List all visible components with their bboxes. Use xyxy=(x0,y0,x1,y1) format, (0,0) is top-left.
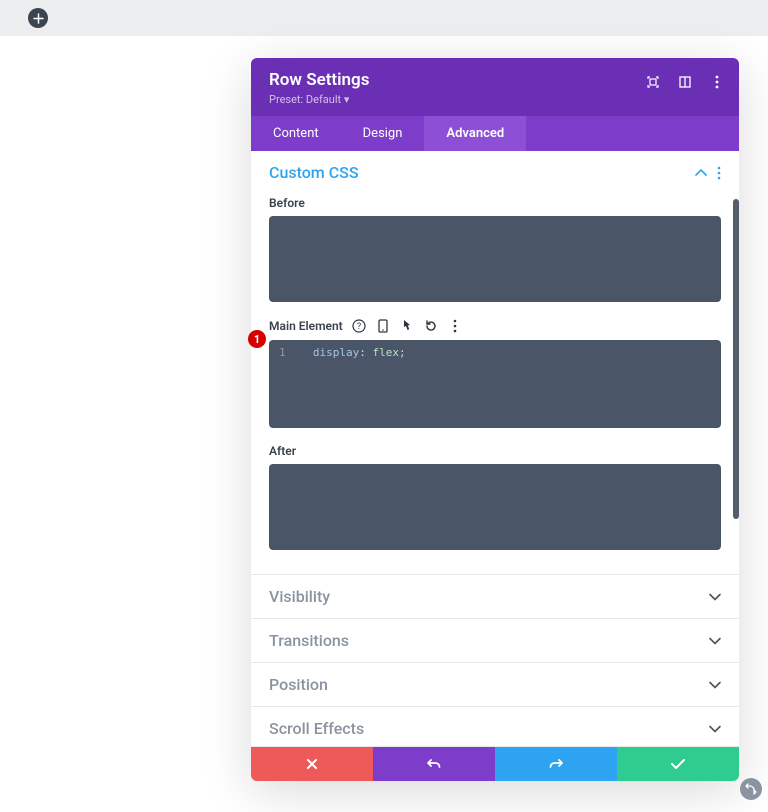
redo-button[interactable] xyxy=(495,747,617,781)
before-label: Before xyxy=(269,196,305,210)
scrollbar[interactable] xyxy=(733,199,739,519)
field-toolbar: ? xyxy=(351,318,463,334)
tab-design[interactable]: Design xyxy=(341,116,425,151)
code-value: flex xyxy=(372,346,399,359)
header-actions xyxy=(645,74,725,90)
row-settings-modal: Row Settings Preset: Default ▾ Content D… xyxy=(251,58,739,781)
help-icon[interactable]: ? xyxy=(351,318,367,334)
resize-icon xyxy=(745,783,757,795)
tab-content[interactable]: Content xyxy=(251,116,341,151)
svg-text:?: ? xyxy=(357,322,361,332)
chevron-down-icon xyxy=(709,591,721,603)
settings-tabs: Content Design Advanced xyxy=(251,116,739,151)
reset-icon[interactable] xyxy=(423,318,439,334)
preset-dropdown[interactable]: Preset: Default ▾ xyxy=(269,93,721,106)
modal-header[interactable]: Row Settings Preset: Default ▾ xyxy=(251,58,739,116)
after-label: After xyxy=(269,444,296,458)
chevron-down-icon xyxy=(709,723,721,735)
section-header-scroll-effects[interactable]: Scroll Effects xyxy=(251,707,739,746)
main-element-label: Main Element xyxy=(269,319,343,333)
chevron-down-icon xyxy=(709,679,721,691)
chevron-down-icon xyxy=(709,635,721,647)
code-semicolon: ; xyxy=(399,346,406,359)
field-main-element: Main Element ? xyxy=(251,316,739,442)
hover-icon[interactable] xyxy=(399,318,415,334)
section-header-visibility[interactable]: Visibility xyxy=(251,575,739,618)
undo-button[interactable] xyxy=(373,747,495,781)
close-icon xyxy=(305,757,319,771)
section-title: Transitions xyxy=(269,631,349,650)
section-header-transitions[interactable]: Transitions xyxy=(251,619,739,662)
section-custom-css: Custom CSS Before Main Ele xyxy=(251,151,739,575)
before-code-editor[interactable] xyxy=(269,216,721,302)
expand-icon[interactable] xyxy=(645,74,661,90)
field-after: After xyxy=(251,442,739,574)
section-title: Scroll Effects xyxy=(269,719,364,738)
phone-icon[interactable] xyxy=(375,318,391,334)
main-code-editor[interactable]: 1 display: flex; xyxy=(269,340,721,428)
field-before: Before xyxy=(251,194,739,316)
section-kebab-icon[interactable] xyxy=(717,166,721,180)
code-colon: : xyxy=(359,346,366,359)
modal-footer xyxy=(251,747,739,781)
snap-icon[interactable] xyxy=(677,74,693,90)
save-button[interactable] xyxy=(617,747,739,781)
tab-advanced[interactable]: Advanced xyxy=(424,116,526,151)
modal-body: Custom CSS Before Main Ele xyxy=(251,151,739,747)
section-transitions: Transitions xyxy=(251,619,739,663)
plus-icon xyxy=(33,13,44,24)
chevron-up-icon[interactable] xyxy=(695,167,707,179)
check-icon xyxy=(670,758,686,770)
section-position: Position xyxy=(251,663,739,707)
section-header-custom-css[interactable]: Custom CSS xyxy=(251,151,739,194)
section-title: Position xyxy=(269,675,328,694)
redo-icon xyxy=(548,757,564,771)
undo-icon xyxy=(426,757,442,771)
page-top-bar xyxy=(0,0,768,36)
code-line-number: 1 xyxy=(279,346,293,359)
annotation-badge: 1 xyxy=(248,330,266,348)
resize-handle[interactable] xyxy=(740,778,762,800)
section-header-position[interactable]: Position xyxy=(251,663,739,706)
kebab-menu-icon[interactable] xyxy=(709,74,725,90)
field-kebab-icon[interactable] xyxy=(447,318,463,334)
add-section-button[interactable] xyxy=(28,8,48,28)
section-visibility: Visibility xyxy=(251,575,739,619)
after-code-editor[interactable] xyxy=(269,464,721,550)
section-scroll-effects: Scroll Effects xyxy=(251,707,739,747)
section-title: Visibility xyxy=(269,587,330,606)
cancel-button[interactable] xyxy=(251,747,373,781)
code-property: display xyxy=(313,346,359,359)
section-title: Custom CSS xyxy=(269,163,359,182)
